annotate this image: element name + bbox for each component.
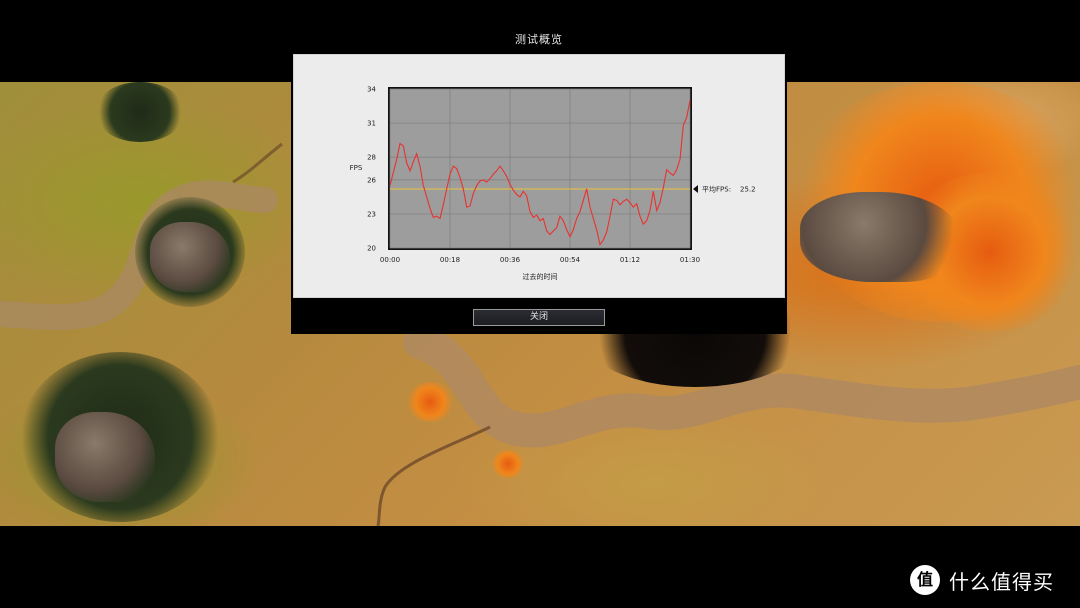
average-fps-value: 25.2 [740,185,756,193]
x-tick-label: 00:00 [380,256,400,264]
dialog-title: 测试概览 [515,33,563,46]
site-watermark: 值 什么值得买 [910,564,1054,596]
chart-panel: 20 23 26 28 31 34 00:00 00:18 00:36 00:54 01:12 01… [293,54,785,298]
fps-line-chart: 20 23 26 28 31 34 00:00 00:18 00:36 00:54 01:12 01… [350,86,756,282]
autumn-trees [405,382,455,422]
watermark-text: 什么值得买 [949,569,1054,594]
y-tick-label: 23 [367,210,376,218]
y-tick-label: 26 [367,176,376,184]
mountain [800,192,960,282]
average-marker-icon [693,184,698,193]
x-tick-label: 01:30 [680,256,700,264]
average-fps-label: 平均FPS: [702,184,731,193]
y-tick-label: 31 [367,120,376,128]
autumn-trees [490,450,526,478]
y-tick-label: 28 [367,154,376,162]
y-axis-label: FPS [350,164,363,172]
y-tick-label: 20 [367,245,376,253]
x-tick-label: 00:18 [440,256,460,264]
plot-area [388,87,692,250]
mountain [150,222,230,292]
x-tick-label: 01:12 [620,256,640,264]
x-tick-label: 00:36 [500,256,521,264]
y-axis-ticks: 20 23 26 28 31 34 [367,86,376,253]
close-button[interactable]: 关闭 [473,309,605,326]
y-tick-label: 34 [367,86,376,94]
test-overview-dialog: 20 23 26 28 31 34 00:00 00:18 00:36 00:54 01:12 01… [291,54,787,334]
x-axis-ticks: 00:00 00:18 00:36 00:54 01:12 01:30 [380,256,700,264]
forest [95,82,185,142]
x-axis-label: 过去的时间 [523,272,558,281]
mountain [55,412,155,502]
site-logo-icon: 值 [910,565,940,595]
x-tick-label: 00:54 [560,256,581,264]
